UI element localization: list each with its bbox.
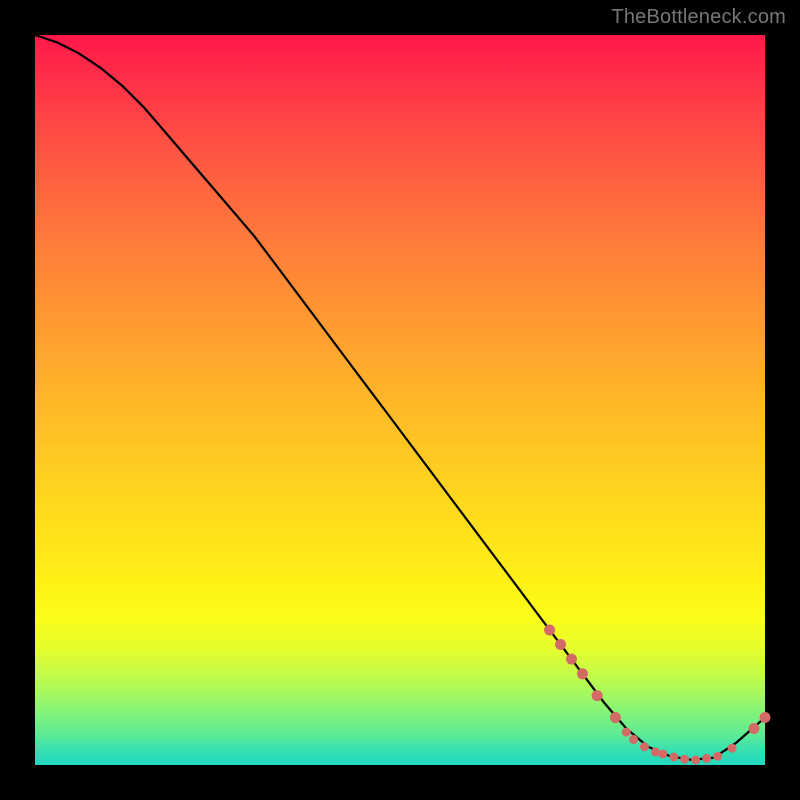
watermark-text: TheBottleneck.com [611, 6, 786, 29]
chart-stage: TheBottleneck.com [0, 0, 800, 800]
data-marker [610, 712, 621, 723]
data-marker [680, 755, 689, 764]
data-marker [749, 723, 760, 734]
data-marker [713, 752, 722, 761]
data-marker [592, 690, 603, 701]
data-marker [577, 668, 588, 679]
plot-area [35, 35, 765, 765]
curve-svg [35, 35, 765, 765]
data-marker [640, 742, 649, 751]
data-marker [669, 753, 678, 762]
data-marker [629, 735, 638, 744]
data-marker [728, 744, 737, 753]
data-marker [566, 654, 577, 665]
bottleneck-curve [35, 35, 765, 760]
data-marker [622, 728, 631, 737]
data-marker [658, 750, 667, 759]
data-marker [702, 754, 711, 763]
data-marker [544, 625, 555, 636]
data-marker [555, 639, 566, 650]
data-marker [760, 712, 771, 723]
data-marker [691, 755, 700, 764]
